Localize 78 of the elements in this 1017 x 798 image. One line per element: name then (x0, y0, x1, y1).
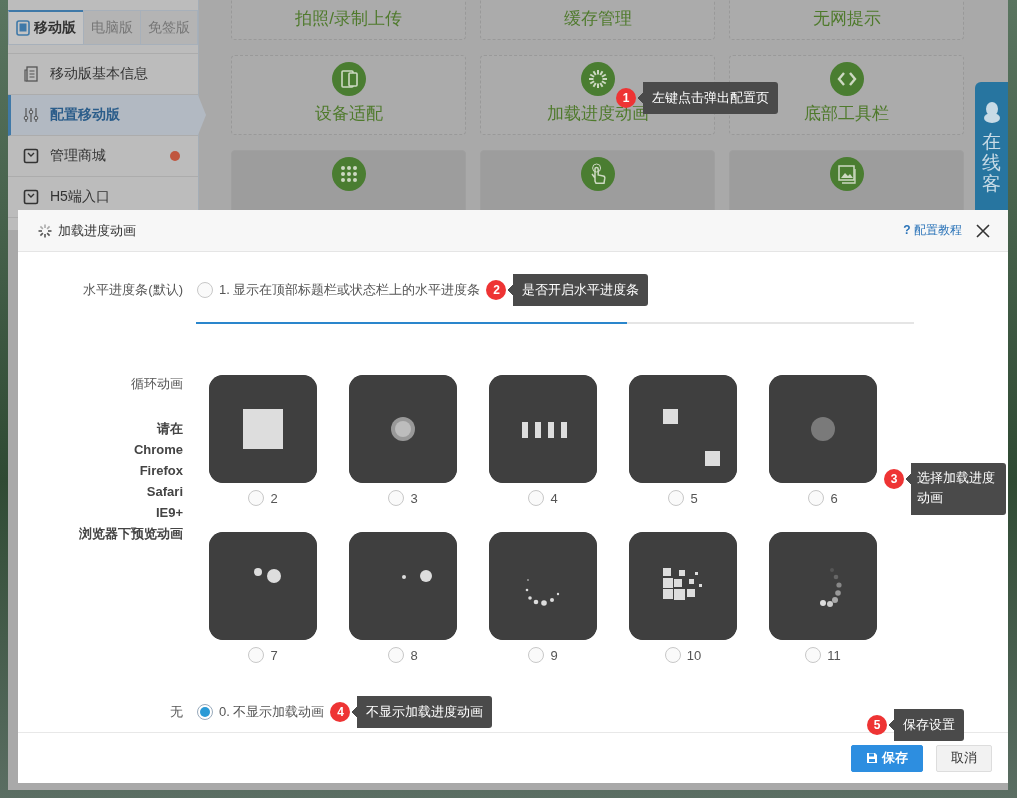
step-badge: 5 (867, 715, 887, 735)
save-icon (866, 752, 878, 764)
step-badge: 4 (330, 702, 351, 722)
cancel-button[interactable]: 取消 (936, 744, 992, 772)
option-label: 0. 不显示加载动画 (219, 703, 325, 721)
option-number: 8 (410, 647, 418, 663)
tooltip: 是否开启水平进度条 (508, 274, 649, 306)
animation-preview[interactable] (629, 375, 737, 483)
hand-icon (580, 157, 615, 191)
spinner-icon (38, 223, 52, 238)
images-icon (829, 157, 864, 191)
feature-card[interactable]: 缓存管理 (480, 0, 715, 40)
option-number: 2 (270, 490, 278, 506)
feature-card[interactable]: 无网提示 (729, 0, 964, 40)
radio-button[interactable] (528, 647, 545, 663)
radio-button[interactable] (248, 490, 265, 506)
code-icon (829, 62, 864, 96)
feature-label: 底部工具栏 (804, 103, 889, 125)
radio-button[interactable] (805, 647, 822, 663)
radio-button[interactable] (664, 647, 681, 663)
close-icon[interactable] (976, 223, 990, 238)
tooltip: 选择加载进度动画 (906, 463, 1006, 515)
dialog-title: 加载进度动画 (58, 221, 137, 240)
grid-icon (331, 157, 366, 191)
radio-button[interactable] (388, 647, 405, 663)
sliders-icon (22, 106, 40, 124)
radio-button[interactable] (668, 490, 685, 506)
tablet-icon (16, 20, 30, 36)
feature-label: 无网提示 (812, 8, 881, 30)
browser-hint: 请在 Chrome Firefox Safari IE9+ 浏览器下预览动画 (78, 420, 183, 543)
sidebar-tab[interactable]: 移动版 (8, 10, 84, 44)
devices-icon (331, 62, 366, 96)
sidebar-tab[interactable]: 免签版 (140, 10, 198, 44)
feature-label: 缓存管理 (563, 8, 632, 30)
radio-button[interactable] (248, 647, 265, 663)
field-label: 水平进度条(默认) (82, 281, 183, 299)
option-number: 4 (550, 490, 558, 506)
option-number: 9 (550, 647, 558, 663)
option-number: 3 (410, 490, 418, 506)
feature-card[interactable]: 拍照/录制上传 (231, 0, 466, 40)
field-label: 循环动画 (130, 375, 183, 393)
option-label: 1. 显示在顶部标题栏或状态栏上的水平进度条 (219, 281, 481, 299)
option-number: 10 (686, 647, 702, 663)
animation-preview[interactable] (489, 532, 597, 640)
radio-button[interactable] (197, 282, 213, 298)
option-number: 5 (690, 490, 698, 506)
animation-preview[interactable] (209, 532, 317, 640)
step-badge: 1 (616, 88, 636, 108)
option-number: 6 (830, 490, 838, 506)
animation-preview[interactable] (629, 532, 737, 640)
document-icon (22, 65, 40, 83)
option-number: 11 (827, 647, 841, 663)
online-service-label: 在线客 (982, 132, 1001, 195)
animation-preview[interactable] (209, 375, 317, 483)
bag-icon (22, 188, 40, 206)
feature-card[interactable]: 设备适配 (231, 55, 466, 135)
step-badge: 3 (884, 469, 904, 489)
radio-button[interactable] (388, 490, 405, 506)
step-badge: 2 (486, 280, 507, 300)
field-label: 无 (169, 703, 183, 721)
animation-preview[interactable] (489, 375, 597, 483)
sidebar-item[interactable]: 管理商城 (8, 136, 198, 177)
radio-button[interactable] (528, 490, 545, 506)
option-number: 7 (270, 647, 278, 663)
save-button[interactable]: 保存 (851, 744, 923, 772)
feature-label: 设备适配 (314, 103, 383, 125)
feature-label: 拍照/录制上传 (295, 8, 402, 30)
animation-preview[interactable] (349, 375, 457, 483)
bag-icon (22, 147, 40, 165)
animation-preview[interactable] (769, 532, 877, 640)
animation-preview[interactable] (349, 532, 457, 640)
radio-button[interactable] (197, 704, 213, 720)
tooltip: 不显示加载进度动画 (352, 696, 493, 728)
radio-button[interactable] (808, 490, 825, 506)
spinner-icon (580, 62, 615, 96)
sidebar-tab[interactable]: 电脑版 (83, 10, 141, 44)
help-link[interactable]: ? 配置教程 (903, 222, 962, 239)
tooltip: 保存设置 (889, 709, 964, 741)
